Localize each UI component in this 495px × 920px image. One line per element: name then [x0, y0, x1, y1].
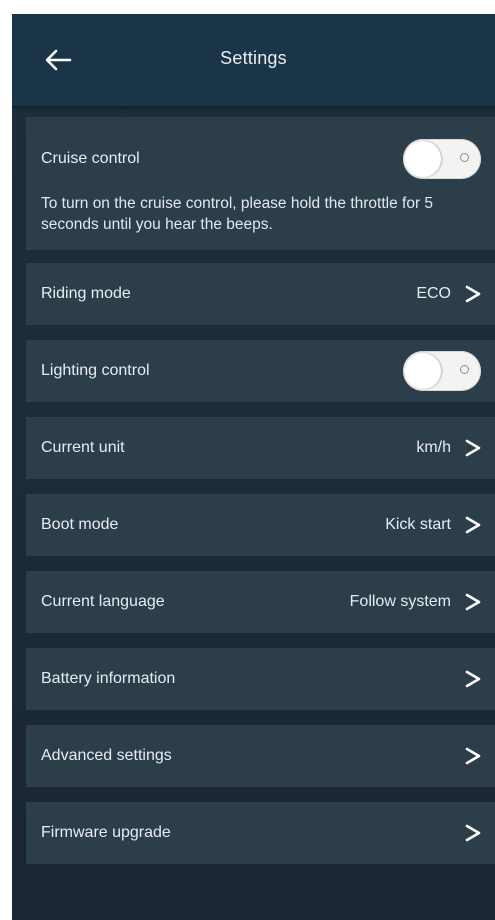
- riding-mode-value: ECO: [416, 285, 451, 302]
- boot-mode-row[interactable]: Boot mode Kick start: [26, 494, 495, 556]
- chevron-right-icon: [465, 593, 481, 611]
- page-title: Settings: [220, 48, 287, 68]
- lighting-control-label: Lighting control: [41, 362, 150, 379]
- riding-mode-label: Riding mode: [41, 285, 131, 302]
- chevron-right-icon: [465, 516, 481, 534]
- current-unit-value: km/h: [416, 439, 451, 456]
- chevron-right-icon: [465, 285, 481, 303]
- chevron-right-icon: [465, 824, 481, 842]
- current-language-value: Follow system: [349, 593, 451, 610]
- cruise-control-description: To turn on the cruise control, please ho…: [41, 195, 434, 233]
- chevron-right-icon: [465, 439, 481, 457]
- current-unit-row[interactable]: Current unit km/h: [26, 417, 495, 479]
- chevron-right-icon: [465, 670, 481, 688]
- settings-screen: Settings Cruise control To turn on the c…: [12, 14, 495, 920]
- toggle-off-indicator-icon: [460, 365, 469, 374]
- app-header: Settings: [12, 14, 495, 106]
- advanced-settings-row[interactable]: Advanced settings: [26, 725, 495, 787]
- settings-list: Cruise control To turn on the cruise con…: [26, 117, 495, 879]
- current-unit-label: Current unit: [41, 439, 125, 456]
- chevron-right-icon: [465, 747, 481, 765]
- cruise-control-toggle[interactable]: [403, 139, 481, 179]
- advanced-settings-label: Advanced settings: [41, 747, 172, 764]
- toggle-off-indicator-icon: [460, 153, 469, 162]
- lighting-control-toggle[interactable]: [403, 351, 481, 391]
- cruise-control-row: Cruise control To turn on the cruise con…: [26, 117, 495, 250]
- current-language-row[interactable]: Current language Follow system: [26, 571, 495, 633]
- firmware-upgrade-label: Firmware upgrade: [41, 824, 171, 841]
- toggle-knob: [405, 353, 441, 389]
- firmware-upgrade-row[interactable]: Firmware upgrade: [26, 802, 495, 864]
- battery-information-label: Battery information: [41, 670, 176, 687]
- cruise-control-label: Cruise control: [41, 150, 140, 167]
- boot-mode-value: Kick start: [385, 516, 451, 533]
- battery-information-row[interactable]: Battery information: [26, 648, 495, 710]
- current-language-label: Current language: [41, 593, 165, 610]
- riding-mode-row[interactable]: Riding mode ECO: [26, 263, 495, 325]
- lighting-control-row: Lighting control: [26, 340, 495, 402]
- boot-mode-label: Boot mode: [41, 516, 119, 533]
- toggle-knob: [405, 141, 441, 177]
